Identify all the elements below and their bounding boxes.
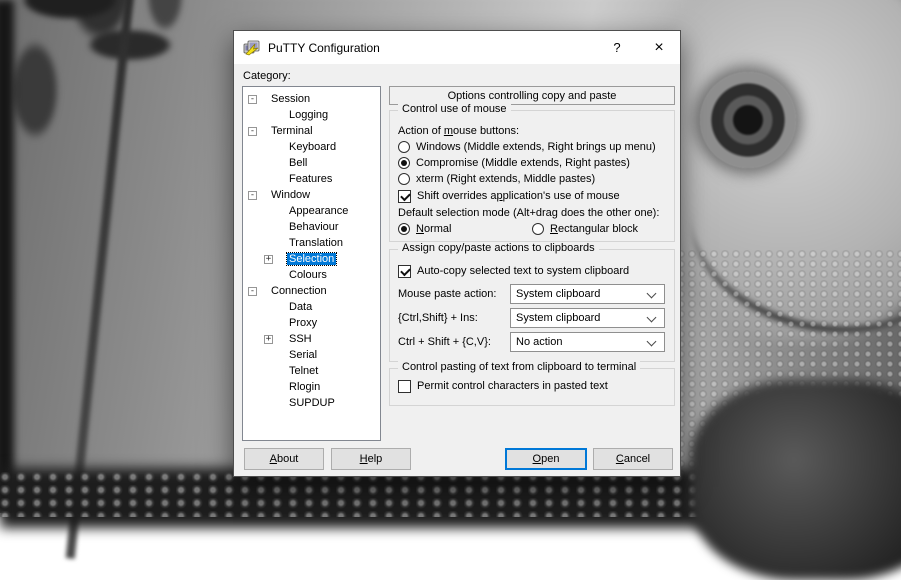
chevron-down-icon [647, 337, 657, 347]
collapse-icon[interactable]: - [248, 95, 257, 104]
tree-item-logging[interactable]: Logging [243, 107, 380, 123]
close-icon[interactable]: × [638, 31, 680, 64]
tree-item-colours[interactable]: Colours [243, 267, 380, 283]
checkbox-permit-control-chars[interactable]: Permit control characters in pasted text [398, 377, 666, 395]
checkbox-auto-copy[interactable]: Auto-copy selected text to system clipbo… [398, 262, 666, 280]
tree-item-serial[interactable]: Serial [243, 347, 380, 363]
tree-item-session[interactable]: -Session [243, 91, 380, 107]
mouse-group: Control use of mouse Action of mouse but… [389, 110, 675, 242]
checkbox-icon[interactable] [398, 265, 411, 278]
tree-item-data[interactable]: Data [243, 299, 380, 315]
chameleon-arm [690, 380, 901, 580]
checkbox-icon[interactable] [398, 190, 411, 203]
checkbox-icon[interactable] [398, 380, 411, 393]
putty-configuration-dialog: PuTTY Configuration ? × Category: -Sessi… [233, 30, 681, 477]
radio-icon[interactable] [398, 173, 410, 185]
radio-icon[interactable] [532, 223, 544, 235]
collapse-icon[interactable]: - [248, 127, 257, 136]
tree-item-features[interactable]: Features [243, 171, 380, 187]
expand-icon[interactable]: + [264, 255, 273, 264]
radio-compromise[interactable]: Compromise (Middle extends, Right pastes… [398, 155, 666, 171]
mouse-paste-action-select[interactable]: System clipboard [510, 284, 665, 304]
radio-icon[interactable] [398, 157, 410, 169]
tree-item-appearance[interactable]: Appearance [243, 203, 380, 219]
paste-group-legend: Control pasting of text from clipboard t… [398, 361, 640, 373]
collapse-icon[interactable]: - [248, 191, 257, 200]
tree-item-connection[interactable]: -Connection [243, 283, 380, 299]
background-dark-edge [0, 0, 14, 513]
cancel-button[interactable]: Cancel [593, 448, 673, 470]
paste-group: Control pasting of text from clipboard t… [389, 368, 675, 406]
radio-rectangular-block[interactable]: Rectangular block [532, 223, 666, 235]
tree-item-selection[interactable]: +Selection [243, 251, 380, 267]
tree-item-telnet[interactable]: Telnet [243, 363, 380, 379]
tree-item-translation[interactable]: Translation [243, 235, 380, 251]
expand-icon[interactable]: + [264, 335, 273, 344]
tree-item-behaviour[interactable]: Behaviour [243, 219, 380, 235]
chevron-down-icon [647, 289, 657, 299]
ctrl-shift-ins-label: {Ctrl,Shift} + Ins: [398, 312, 510, 324]
ctrl-shift-cv-label: Ctrl + Shift + {C,V}: [398, 336, 510, 348]
tree-item-terminal[interactable]: -Terminal [243, 123, 380, 139]
title-bar[interactable]: PuTTY Configuration ? × [234, 31, 680, 64]
collapse-icon[interactable]: - [248, 287, 257, 296]
radio-icon[interactable] [398, 141, 410, 153]
about-button[interactable]: About [244, 448, 324, 470]
tree-item-supdup[interactable]: SUPDUP [243, 395, 380, 411]
tree-item-window[interactable]: -Window [243, 187, 380, 203]
putty-icon [243, 40, 261, 56]
default-mode-label: Default selection mode (Alt+drag does th… [398, 205, 666, 221]
background-pebble-texture [0, 472, 700, 517]
open-button[interactable]: Open [505, 448, 587, 470]
tree-item-ssh[interactable]: +SSH [243, 331, 380, 347]
window-title: PuTTY Configuration [268, 41, 380, 55]
checkbox-shift-overrides[interactable]: Shift overrides application's use of mou… [398, 187, 666, 205]
tree-item-rlogin[interactable]: Rlogin [243, 379, 380, 395]
chevron-down-icon [647, 313, 657, 323]
radio-windows[interactable]: Windows (Middle extends, Right brings up… [398, 139, 666, 155]
clipboard-group-legend: Assign copy/paste actions to clipboards [398, 242, 599, 254]
mouse-buttons-label: Action of mouse buttons: [398, 123, 666, 139]
ctrl-shift-cv-select[interactable]: No action [510, 332, 665, 352]
tree-item-proxy[interactable]: Proxy [243, 315, 380, 331]
mouse-paste-action-label: Mouse paste action: [398, 288, 510, 300]
help-button[interactable]: Help [331, 448, 411, 470]
radio-normal[interactable]: Normal [398, 223, 532, 235]
tree-item-keyboard[interactable]: Keyboard [243, 139, 380, 155]
mouse-group-legend: Control use of mouse [398, 103, 511, 115]
tree-item-bell[interactable]: Bell [243, 155, 380, 171]
radio-icon[interactable] [398, 223, 410, 235]
radio-xterm[interactable]: xterm (Right extends, Middle pastes) [398, 171, 666, 187]
ctrl-shift-ins-select[interactable]: System clipboard [510, 308, 665, 328]
category-tree: -Session Logging -Terminal Keyboard Bell… [242, 86, 381, 441]
clipboard-group: Assign copy/paste actions to clipboards … [389, 249, 675, 362]
category-label: Category: [243, 70, 291, 82]
help-titlebar-button[interactable]: ? [596, 31, 638, 64]
